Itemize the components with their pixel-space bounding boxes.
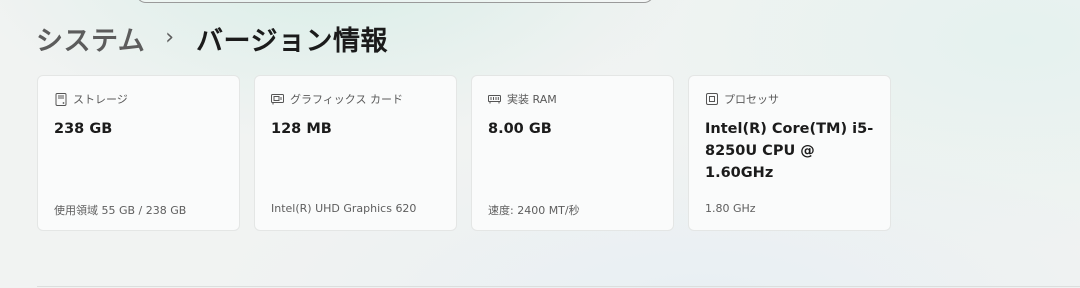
- graphics-card-title: グラフィックス カード: [290, 93, 403, 106]
- hardware-spec-cards: ストレージ 238 GB 使用領域 55 GB / 238 GB グラフィックス…: [37, 75, 891, 231]
- processor-card[interactable]: プロセッサ Intel(R) Core(TM) i5-8250U CPU @ 1…: [688, 75, 891, 231]
- graphics-card-icon: [271, 93, 284, 106]
- ram-card-title: 実装 RAM: [507, 93, 557, 106]
- ram-card-header: 実装 RAM: [488, 91, 557, 107]
- graphics-card-value: 128 MB: [271, 121, 332, 137]
- section-divider: [37, 286, 1080, 287]
- breadcrumb-system-link[interactable]: システム: [36, 19, 145, 58]
- breadcrumb-chevron-icon: ›: [165, 24, 175, 50]
- processor-card-header: プロセッサ: [705, 91, 779, 107]
- processor-icon: [705, 93, 718, 106]
- storage-card-detail: 使用領域 55 GB / 238 GB: [54, 204, 187, 217]
- processor-card-value: Intel(R) Core(TM) i5-8250U CPU @ 1.60GHz: [705, 121, 874, 181]
- storage-icon: [54, 92, 67, 106]
- graphics-card-card[interactable]: グラフィックス カード 128 MB Intel(R) UHD Graphics…: [254, 75, 457, 231]
- page-title: バージョン情報: [196, 25, 388, 57]
- graphics-card-detail: Intel(R) UHD Graphics 620: [271, 202, 417, 215]
- search-box-edge[interactable]: [136, 0, 654, 3]
- processor-card-detail: 1.80 GHz: [705, 202, 756, 215]
- storage-card[interactable]: ストレージ 238 GB 使用領域 55 GB / 238 GB: [37, 75, 240, 231]
- ram-card[interactable]: 実装 RAM 8.00 GB 速度: 2400 MT/秒: [471, 75, 674, 231]
- storage-card-value: 238 GB: [54, 121, 113, 137]
- memory-icon: [488, 93, 501, 106]
- graphics-card-header: グラフィックス カード: [271, 91, 403, 107]
- processor-card-title: プロセッサ: [724, 93, 779, 106]
- storage-card-header: ストレージ: [54, 91, 128, 107]
- storage-card-title: ストレージ: [73, 93, 128, 106]
- ram-card-value: 8.00 GB: [488, 121, 552, 137]
- ram-card-detail: 速度: 2400 MT/秒: [488, 204, 580, 217]
- breadcrumb: システム › バージョン情報: [36, 18, 388, 58]
